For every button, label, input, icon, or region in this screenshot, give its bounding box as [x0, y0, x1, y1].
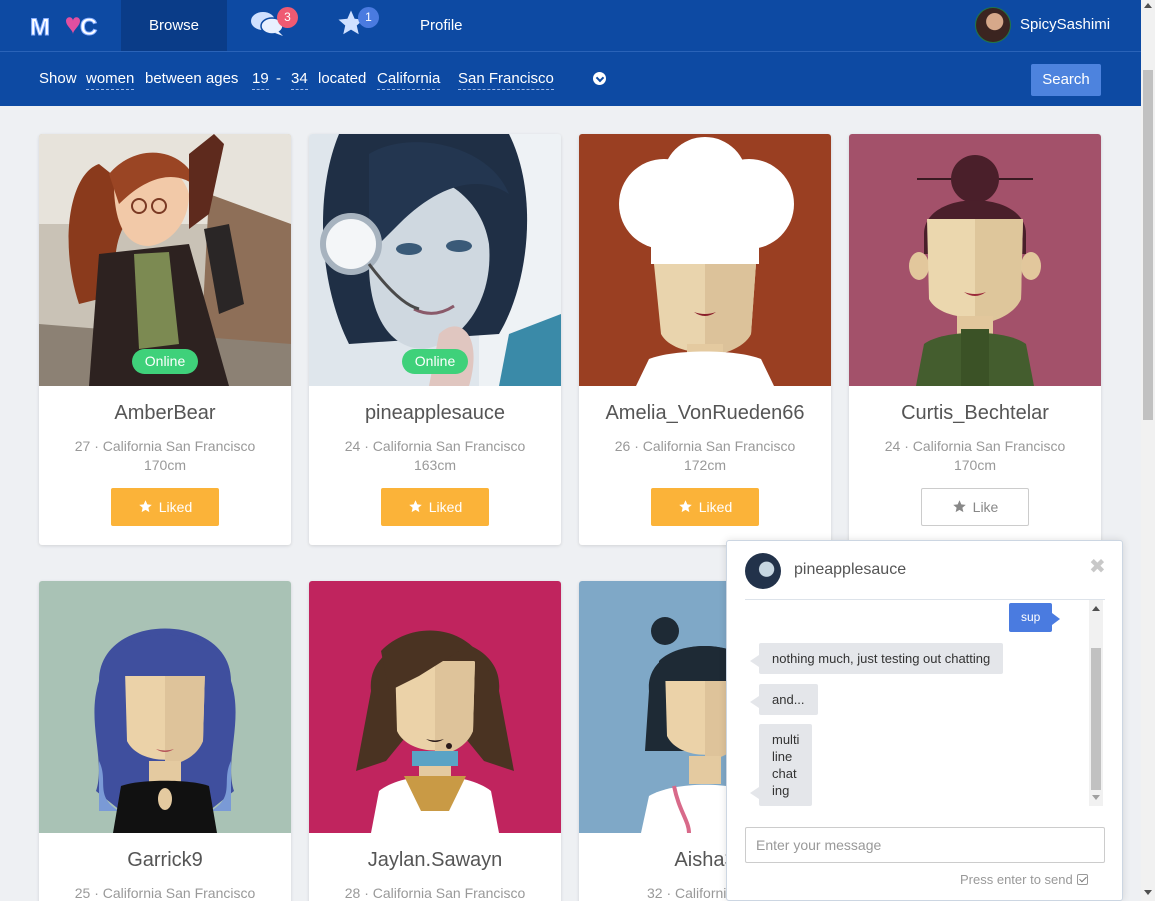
chat-message-line: line: [772, 749, 793, 764]
like-button-label: Liked: [158, 499, 193, 515]
scroll-down-arrow-icon[interactable]: [1144, 890, 1152, 895]
chat-scrollbar-thumb[interactable]: [1091, 648, 1101, 790]
star-icon: [679, 500, 692, 513]
profile-photo[interactable]: Online: [39, 134, 291, 386]
profile-age-location: 24 · California San Francisco: [884, 438, 1066, 454]
star-icon: [139, 500, 152, 513]
like-button-label: Like: [972, 499, 999, 515]
filter-between-label: between ages: [145, 70, 239, 87]
page-scrollbar[interactable]: [1141, 0, 1155, 901]
filter-age-dash: -: [276, 70, 281, 87]
profile-photo[interactable]: [39, 581, 291, 833]
chat-contact-name[interactable]: pineapplesauce: [794, 561, 906, 579]
profile-photo[interactable]: [849, 134, 1101, 386]
star-icon: [409, 500, 422, 513]
scroll-up-arrow-icon[interactable]: [1144, 3, 1152, 8]
profile-age-location: 24 · California San Francisco: [344, 438, 526, 454]
profile-card[interactable]: Online AmberBear 27 · California San Fra…: [39, 134, 291, 545]
profile-name[interactable]: AmberBear: [39, 402, 291, 425]
chat-message-incoming: multi line chat ing: [749, 724, 813, 806]
search-button[interactable]: Search: [1031, 64, 1101, 96]
chat-message-outgoing: sup: [1009, 603, 1061, 632]
like-button[interactable]: Like: [921, 488, 1029, 526]
filter-show-label: Show: [39, 70, 77, 87]
profile-age-location: 27 · California San Francisco: [74, 438, 256, 454]
chat-message-line: ing: [772, 783, 790, 798]
svg-text:M: M: [30, 14, 50, 40]
top-navbar: M C Browse 3 1 Profile SpicySashimi: [0, 0, 1141, 52]
filter-state-select[interactable]: California: [377, 69, 441, 90]
filter-gender-select[interactable]: women: [86, 69, 135, 90]
profile-age-location: 26 · California San Francisco: [614, 438, 796, 454]
user-avatar: [975, 7, 1011, 43]
profile-photo[interactable]: [579, 134, 831, 386]
profile-age-location: 28 · California San Francisco: [344, 885, 526, 901]
profile-card[interactable]: Garrick9 25 · California San Francisco: [39, 581, 291, 901]
profile-height: 170cm: [953, 457, 997, 473]
chat-message-incoming: nothing much, just testing out chatting: [749, 643, 1004, 674]
scroll-down-arrow-icon[interactable]: [1092, 795, 1100, 800]
press-enter-label: Press enter to send: [960, 872, 1073, 887]
profile-card[interactable]: Online pineapplesauce 24 · California Sa…: [309, 134, 561, 545]
search-filter-bar: Show women between ages 19 - 34 located …: [0, 52, 1141, 106]
chat-message-incoming: and...: [750, 684, 818, 715]
like-button[interactable]: Liked: [651, 488, 759, 526]
chat-message-line: multi: [772, 732, 800, 747]
profile-name[interactable]: Garrick9: [39, 849, 291, 872]
nav-browse-tab[interactable]: Browse: [121, 0, 227, 51]
chat-message-line: chat: [772, 766, 797, 781]
press-enter-hint[interactable]: Press enter to send: [960, 872, 1088, 887]
nav-messages[interactable]: 3: [250, 7, 298, 42]
like-button[interactable]: Liked: [111, 488, 219, 526]
favorites-count-badge: 1: [358, 7, 379, 28]
filter-age-min[interactable]: 19: [252, 69, 269, 90]
profile-height: 163cm: [413, 457, 457, 473]
profile-name[interactable]: Curtis_Bechtelar: [849, 402, 1101, 425]
filter-city-select[interactable]: San Francisco: [458, 69, 554, 90]
star-icon: [952, 500, 966, 513]
profile-height: 172cm: [683, 457, 727, 473]
profile-card[interactable]: Jaylan.Sawayn 28 · California San Franci…: [309, 581, 561, 901]
chat-contact-avatar[interactable]: [745, 553, 781, 589]
profile-name[interactable]: pineapplesauce: [309, 402, 561, 425]
checkbox-checked-icon[interactable]: [1076, 874, 1088, 885]
scroll-up-arrow-icon[interactable]: [1092, 606, 1100, 611]
profile-name[interactable]: Jaylan.Sawayn: [309, 849, 561, 872]
like-button[interactable]: Liked: [381, 488, 489, 526]
filter-age-max[interactable]: 34: [291, 69, 308, 90]
profile-name[interactable]: Amelia_VonRueden66: [579, 402, 831, 425]
brand-logo[interactable]: M C: [30, 12, 98, 41]
username-label: SpicySashimi: [1020, 16, 1111, 33]
online-status-badge: Online: [402, 349, 468, 374]
profile-photo[interactable]: Online: [309, 134, 561, 386]
svg-text:C: C: [80, 14, 97, 40]
messages-count-badge: 3: [277, 7, 298, 28]
chat-message-list: sup nothing much, just testing out chatt…: [745, 600, 1105, 806]
chat-message-input[interactable]: [745, 827, 1105, 863]
nav-profile-link[interactable]: Profile: [420, 0, 463, 51]
like-button-label: Liked: [698, 499, 733, 515]
filter-located-label: located: [318, 70, 367, 87]
chat-window: pineapplesauce ✖ sup nothing much, just …: [726, 540, 1123, 901]
scrollbar-thumb[interactable]: [1143, 70, 1153, 420]
close-icon[interactable]: ✖: [1089, 557, 1106, 577]
chat-scrollbar[interactable]: [1089, 600, 1103, 806]
chevron-down-icon[interactable]: [593, 72, 606, 85]
like-button-label: Liked: [428, 499, 463, 515]
profile-height: 170cm: [143, 457, 187, 473]
profile-age-location: 25 · California San Francisco: [74, 885, 256, 901]
profile-card[interactable]: Amelia_VonRueden66 26 · California San F…: [579, 134, 831, 545]
online-status-badge: Online: [132, 349, 198, 374]
profile-card[interactable]: Curtis_Bechtelar 24 · California San Fra…: [849, 134, 1101, 545]
nav-favorites[interactable]: 1: [336, 7, 379, 42]
profile-photo[interactable]: [309, 581, 561, 833]
